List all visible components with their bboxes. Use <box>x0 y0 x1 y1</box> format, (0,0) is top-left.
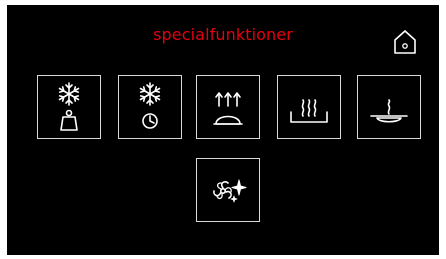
snowflake-icon <box>139 82 161 106</box>
snowflake-icon <box>58 82 80 106</box>
home-icon <box>394 30 416 54</box>
plate-warming-button[interactable] <box>196 75 260 139</box>
defrost-by-weight-button[interactable] <box>37 75 101 139</box>
fan-sparkle-icon <box>213 179 247 203</box>
slow-cook-button[interactable] <box>357 75 421 139</box>
page-title: specialfunktioner <box>153 25 293 44</box>
defrost-by-time-button[interactable] <box>118 75 182 139</box>
steam-icon <box>387 99 391 115</box>
clock-icon <box>142 113 158 129</box>
cleaning-button[interactable] <box>196 158 260 222</box>
steam-icon <box>301 99 317 117</box>
plate-icon <box>370 115 408 123</box>
home-button[interactable] <box>392 28 418 56</box>
oven-display: specialfunktioner <box>7 5 439 255</box>
keep-warm-button[interactable] <box>277 75 341 139</box>
weight-icon <box>60 109 78 131</box>
cloche-icon <box>213 115 243 125</box>
heat-arrows-icon <box>215 92 241 107</box>
